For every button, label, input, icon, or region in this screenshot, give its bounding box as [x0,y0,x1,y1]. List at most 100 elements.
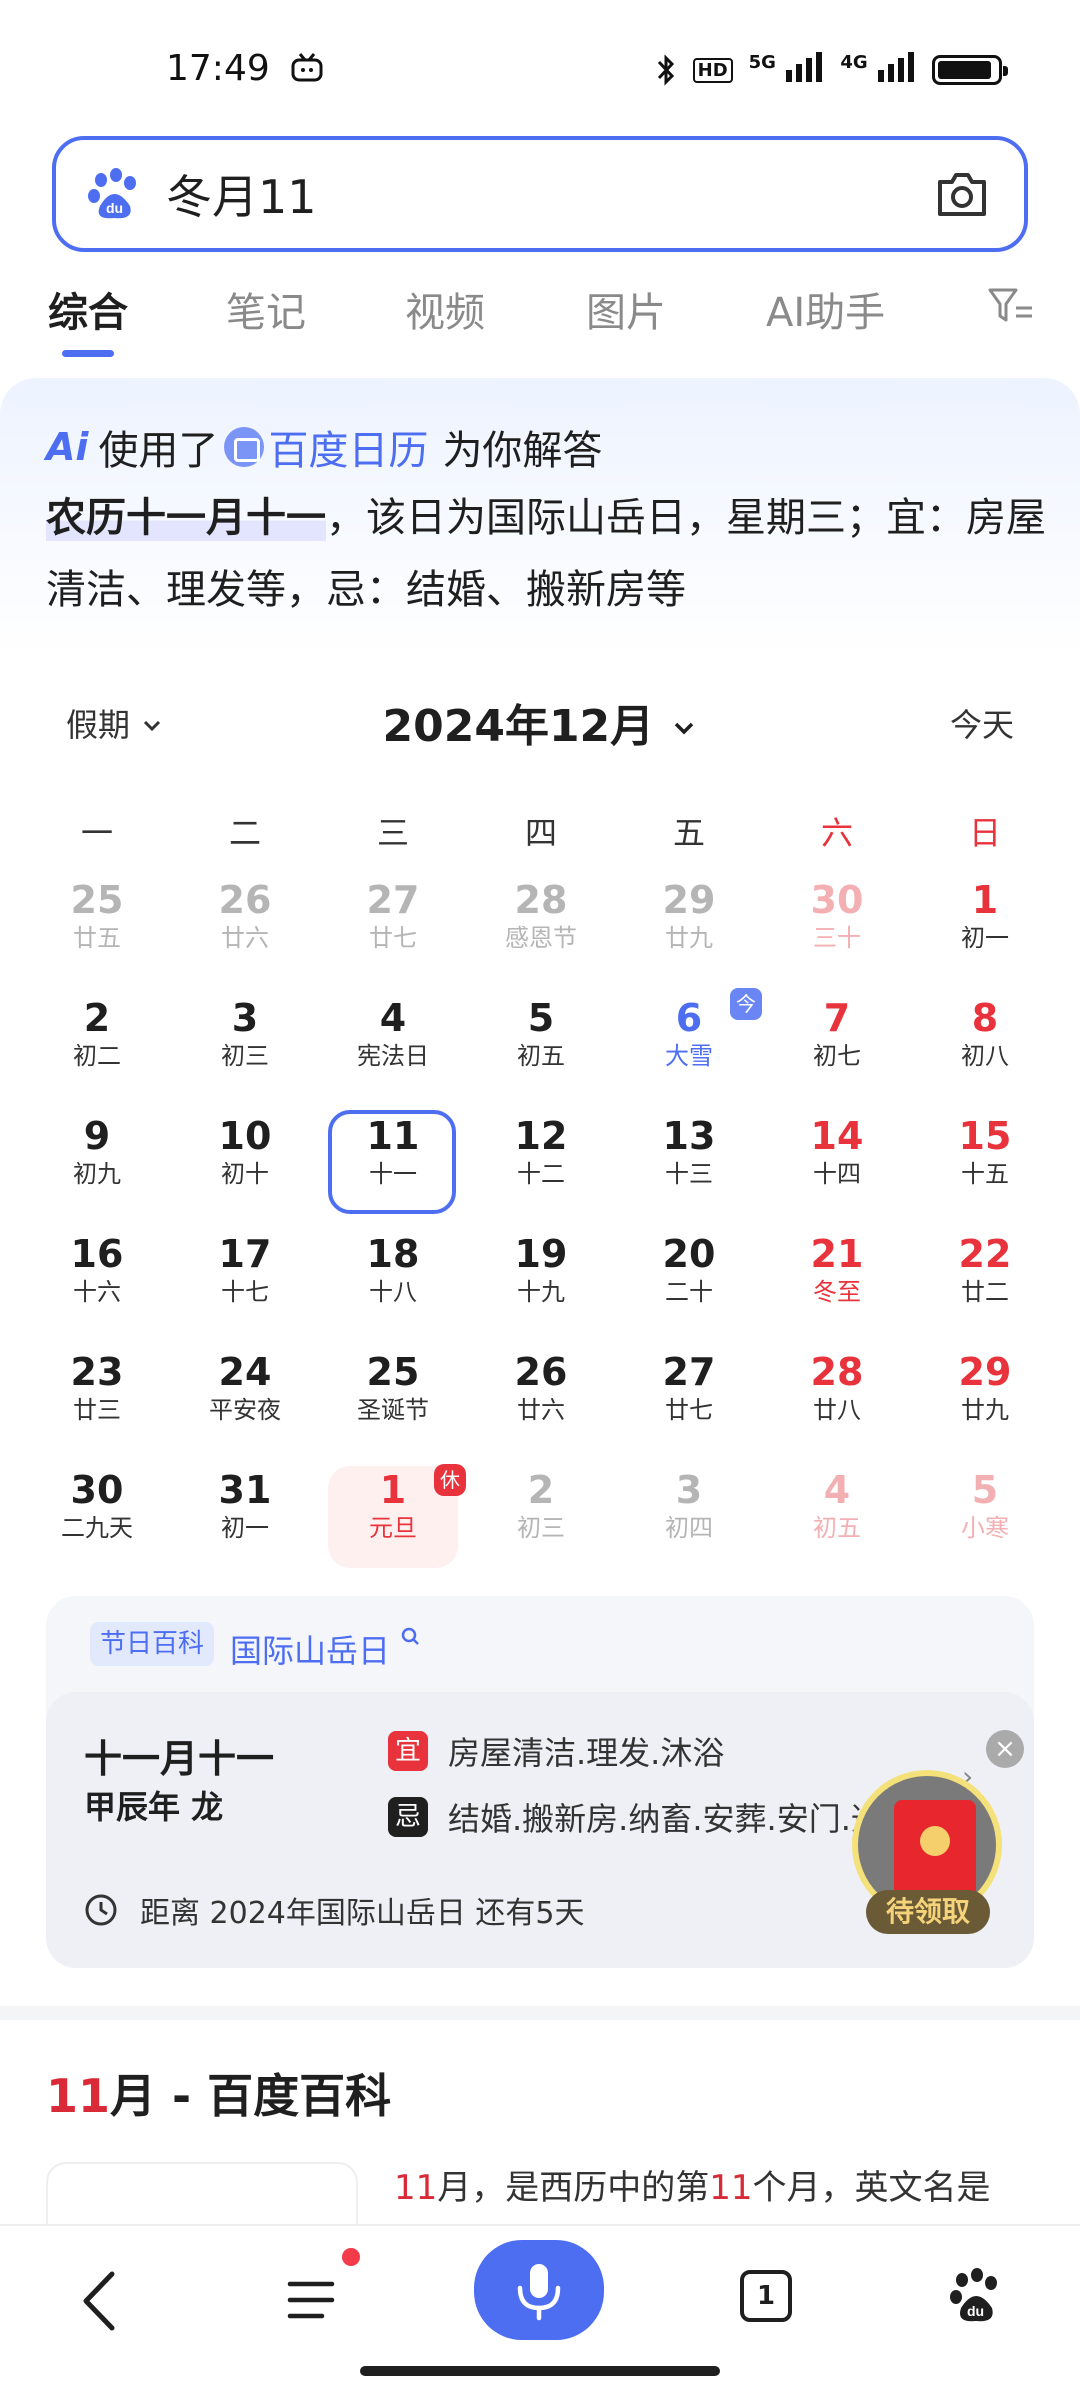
close-icon[interactable]: × [986,1730,1024,1768]
calendar-day[interactable]: 4 宪法日 [319,988,467,1100]
ai-prefix: 使用了 [98,428,219,474]
today-button[interactable]: 今天 [950,700,1014,746]
month-selector[interactable]: 2024年12月 [0,690,1080,754]
calendar-day[interactable]: 27 廿七 [615,1342,763,1454]
day-lunar-label: 感恩节 [505,924,577,952]
calendar-day[interactable]: 18 十八 [319,1224,467,1336]
day-lunar-label: 十七 [221,1278,269,1306]
voice-mic-icon [517,2264,561,2321]
tab-general[interactable]: 综合 [48,280,128,338]
tab-notes[interactable]: 笔记 [226,280,306,338]
calendar-day[interactable]: 3 初三 [171,988,319,1100]
baike-thumbnail[interactable] [46,2162,358,2232]
calendar-day[interactable]: 3 初四 [615,1460,763,1572]
calendar-day[interactable]: 9 初九 [23,1106,171,1218]
day-lunar-label: 初五 [813,1514,861,1542]
day-lunar-label: 十八 [369,1278,417,1306]
calendar-day[interactable]: 26 廿六 [467,1342,615,1454]
day-number: 13 [662,1114,716,1158]
day-lunar-label: 廿九 [665,924,713,952]
festival-name-link[interactable]: 国际山岳日 [230,1626,422,1672]
voice-search-button[interactable] [474,2240,604,2340]
calendar-day[interactable]: 2 初二 [23,988,171,1100]
result-tabs: 综合 笔记 视频 图片 AI助手 [0,280,1080,360]
festival-name: 国际山岳日 [230,1632,391,1670]
calendar-day[interactable]: 13 十三 [615,1106,763,1218]
tab-video[interactable]: 视频 [405,280,485,338]
calendar-day[interactable]: 1 初一 [911,870,1059,982]
day-lunar-label: 廿三 [73,1396,121,1424]
calendar-day[interactable]: 31 初一 [171,1460,319,1572]
calendar-day[interactable]: 21 冬至 [763,1224,911,1336]
menu-icon[interactable] [284,2272,338,2328]
status-bar: 17:49 HD 5G 4G [0,0,1080,140]
chevron-down-icon [674,722,693,735]
active-tab-indicator [62,350,114,357]
calendar-day[interactable]: 22 廿二 [911,1224,1059,1336]
calendar-day[interactable]: 12 十二 [467,1106,615,1218]
tabs-icon[interactable]: 1 [740,2270,792,2322]
calendar-day[interactable]: 15 十五 [911,1106,1059,1218]
day-number: 27 [366,878,420,922]
lunar-date: 十一月十一 [84,1736,275,1781]
day-lunar-label: 平安夜 [209,1396,281,1424]
calendar-day[interactable]: 26 廿六 [171,870,319,982]
ai-answer-card: Ai 使用了 百度日历 为你解答 农历十一月十一，该日为国际山岳日，星期三；宜：… [0,378,1080,658]
calendar-day[interactable]: 27 廿七 [319,870,467,982]
day-number: 19 [514,1232,568,1276]
day-number: 4 [823,1468,851,1512]
filter-icon[interactable] [986,284,1034,328]
tv-emoji-icon [291,53,323,82]
calendar-day[interactable]: 5 小寒 [911,1460,1059,1572]
tab-images[interactable]: 图片 [586,280,666,338]
day-lunar-label: 初七 [813,1042,861,1070]
calendar-day[interactable]: 4 初五 [763,1460,911,1572]
status-icons: HD 5G 4G [655,52,1008,88]
search-input[interactable]: 冬月11 [166,161,317,227]
calendar-day-selected[interactable]: 11 十一 [319,1106,467,1218]
calendar-day[interactable]: 25 圣诞节 [319,1342,467,1454]
calendar-day[interactable]: 5 初五 [467,988,615,1100]
tab-ai-assistant[interactable]: AI助手 [766,280,885,338]
calendar-day[interactable]: 7 初七 [763,988,911,1100]
calendar-day[interactable]: 29 廿九 [911,1342,1059,1454]
red-packet-label[interactable]: 待领取 [866,1890,990,1934]
calendar-day[interactable]: 25 廿五 [23,870,171,982]
day-lunar-label: 廿六 [517,1396,565,1424]
calendar-day[interactable]: 14 十四 [763,1106,911,1218]
calendar-day[interactable]: 2 初三 [467,1460,615,1572]
net1-label: 5G [748,52,776,73]
day-lunar-label: 十一 [369,1160,417,1188]
baidu-home-icon[interactable]: du [948,2266,1004,2326]
hd-icon: HD [692,57,733,83]
calendar-day[interactable]: 8 初八 [911,988,1059,1100]
calendar-day[interactable]: 28 廿八 [763,1342,911,1454]
calendar-day[interactable]: 28 感恩节 [467,870,615,982]
calendar-day[interactable]: 23 廿三 [23,1342,171,1454]
calendar-day[interactable]: 29 廿九 [615,870,763,982]
day-lunar-label: 十二 [517,1160,565,1188]
baike-result-title[interactable]: 11月 - 百度百科 [46,2060,391,2126]
bluetooth-icon [657,54,674,86]
day-lunar-label: 廿八 [813,1396,861,1424]
day-number: 26 [218,878,272,922]
calendar-day[interactable]: 30 二九天 [23,1460,171,1572]
camera-icon[interactable] [934,168,990,220]
calendar-header: 假期 2024年12月 今天 [0,690,1080,760]
search-box[interactable]: du 冬月11 [52,136,1028,252]
ai-source-link[interactable]: 百度日历 [268,418,428,476]
back-icon[interactable] [78,2266,122,2336]
calendar-day[interactable]: 20 二十 [615,1224,763,1336]
ai-answer-highlight: 农历十一月十一 [46,495,326,541]
day-lunar-label: 廿二 [961,1278,1009,1306]
calendar-day[interactable]: 30 三十 [763,870,911,982]
calendar-day[interactable]: 10 初十 [171,1106,319,1218]
ai-suffix: 为你解答 [442,428,603,474]
calendar-day[interactable]: 24 平安夜 [171,1342,319,1454]
day-number: 22 [958,1232,1012,1276]
calendar-day[interactable]: 16 十六 [23,1224,171,1336]
day-lunar-label: 十五 [961,1160,1009,1188]
calendar-day[interactable]: 19 十九 [467,1224,615,1336]
day-lunar-label: 初三 [517,1514,565,1542]
calendar-day[interactable]: 17 十七 [171,1224,319,1336]
